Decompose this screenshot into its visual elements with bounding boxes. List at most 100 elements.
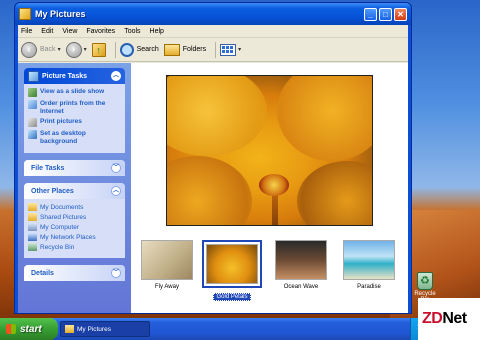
folders-label: Folders <box>182 46 207 53</box>
maximize-button[interactable]: □ <box>379 7 392 21</box>
details-title: Details <box>31 269 54 277</box>
chevron-down-icon[interactable]: ▾ <box>238 46 241 53</box>
explorer-window: My Pictures _ □ ✕ File Edit View Favorit… <box>14 2 412 314</box>
file-tasks-panel: File Tasks ﹀ <box>24 160 125 176</box>
thumbnail-strip: Fly Away Gold Petals Ocean Wave Paradise <box>131 240 408 301</box>
thumbnail-item[interactable]: Fly Away <box>137 240 197 290</box>
close-button[interactable]: ✕ <box>394 7 407 21</box>
picture-tasks-body: View as a slide show Order prints from t… <box>24 84 125 153</box>
title-bar[interactable]: My Pictures _ □ ✕ <box>15 3 411 25</box>
file-tasks-title: File Tasks <box>31 164 65 172</box>
place-recycle-bin[interactable]: Recycle Bin <box>28 243 121 251</box>
other-places-header[interactable]: Other Places ︿ <box>24 183 125 199</box>
menu-view[interactable]: View <box>62 28 77 35</box>
file-tasks-header[interactable]: File Tasks ﹀ <box>24 160 125 176</box>
menu-help[interactable]: Help <box>150 28 164 35</box>
menu-edit[interactable]: Edit <box>41 28 53 35</box>
forward-button[interactable]: › ▾ <box>65 41 87 58</box>
content-area: Picture Tasks ︿ View as a slide show Ord… <box>18 63 408 313</box>
filmstrip-view: Fly Away Gold Petals Ocean Wave Paradise <box>131 63 408 313</box>
start-button[interactable]: start <box>0 318 58 340</box>
back-button[interactable]: ‹ Back ▾ <box>21 41 61 58</box>
place-label: Shared Pictures <box>40 213 87 221</box>
place-label: My Network Places <box>40 233 96 241</box>
other-places-body: My Documents Shared Pictures My Computer <box>24 199 125 258</box>
petal <box>167 156 252 225</box>
thumbnail-item-selected[interactable]: Gold Petals <box>202 240 262 301</box>
petal <box>167 76 267 156</box>
place-label: My Documents <box>40 203 84 211</box>
chevron-down-icon[interactable]: ▾ <box>58 46 61 53</box>
preview-image <box>166 75 373 226</box>
place-my-documents[interactable]: My Documents <box>28 203 121 211</box>
folders-button[interactable]: Folders <box>163 43 207 56</box>
task-set-background[interactable]: Set as desktop background <box>28 130 121 145</box>
back-arrow-icon: ‹ <box>21 41 37 58</box>
place-my-network[interactable]: My Network Places <box>28 233 121 241</box>
flower-center <box>259 174 289 196</box>
network-icon <box>28 233 37 241</box>
task-label: View as a slide show <box>40 88 105 95</box>
place-shared-pictures[interactable]: Shared Pictures <box>28 213 121 221</box>
thumbnail-caption: Paradise <box>357 284 381 290</box>
expand-chevron-icon[interactable]: ﹀ <box>111 268 121 278</box>
menu-tools[interactable]: Tools <box>124 28 140 35</box>
recycle-bin-icon <box>28 243 37 251</box>
petal <box>297 161 372 225</box>
forward-arrow-icon: › <box>65 41 82 58</box>
menu-favorites[interactable]: Favorites <box>86 28 115 35</box>
printer-icon <box>28 118 37 127</box>
taskbar: start My Pictures 11 <box>0 318 480 340</box>
folders-icon <box>163 43 180 56</box>
views-icon <box>220 43 237 56</box>
slideshow-icon <box>28 88 37 97</box>
taskbar-item-label: My Pictures <box>77 325 111 333</box>
taskbar-item-my-pictures[interactable]: My Pictures <box>60 321 150 337</box>
chevron-down-icon[interactable]: ▾ <box>84 46 87 53</box>
task-order-prints[interactable]: Order prints from the Internet <box>28 100 121 115</box>
toolbar-divider <box>114 41 116 58</box>
task-label: Set as desktop background <box>40 130 86 145</box>
collapse-chevron-icon[interactable]: ︿ <box>111 71 121 81</box>
start-label: start <box>20 323 42 335</box>
collapse-chevron-icon[interactable]: ︿ <box>111 186 121 196</box>
place-label: My Computer <box>40 223 80 231</box>
task-print-pictures[interactable]: Print pictures <box>28 118 121 127</box>
thumbnail-item[interactable]: Paradise <box>339 240 399 290</box>
thumbnail-image <box>206 244 258 284</box>
details-header[interactable]: Details ﹀ <box>24 265 125 281</box>
selection-frame <box>202 240 262 288</box>
picture-tasks-icon <box>28 70 39 82</box>
menu-file[interactable]: File <box>21 28 32 35</box>
menu-bar: File Edit View Favorites Tools Help <box>18 25 408 38</box>
toolbar-divider <box>215 41 217 58</box>
search-button[interactable]: Search <box>119 42 159 57</box>
search-icon <box>119 42 134 57</box>
thumbnail-caption: Fly Away <box>155 284 179 290</box>
computer-icon <box>28 223 37 231</box>
picture-tasks-title: Picture Tasks <box>42 72 88 80</box>
thumbnail-image <box>343 240 395 280</box>
thumbnail-caption: Gold Petals <box>202 293 262 301</box>
folder-icon <box>19 8 31 20</box>
task-label: Print pictures <box>40 118 82 125</box>
desktop-background-icon <box>28 130 37 139</box>
toolbar: ‹ Back ▾ › ▾ ↑ Search Folders ▾ <box>18 38 408 62</box>
minimize-button[interactable]: _ <box>364 7 377 21</box>
task-slide-show[interactable]: View as a slide show <box>28 88 121 97</box>
windows-logo-icon <box>6 324 16 334</box>
expand-chevron-icon[interactable]: ﹀ <box>111 163 121 173</box>
task-pane: Picture Tasks ︿ View as a slide show Ord… <box>18 63 131 313</box>
other-places-panel: Other Places ︿ My Documents Shared Pictu… <box>24 183 125 258</box>
thumbnail-item[interactable]: Ocean Wave <box>271 240 331 290</box>
views-button[interactable]: ▾ <box>220 43 241 56</box>
recycle-bin-icon <box>417 272 433 290</box>
up-folder-button[interactable]: ↑ <box>91 42 106 57</box>
petal <box>277 76 372 161</box>
window-title: My Pictures <box>35 9 86 19</box>
thumbnail-image <box>275 240 327 280</box>
picture-tasks-header[interactable]: Picture Tasks ︿ <box>24 68 125 84</box>
window-body: File Edit View Favorites Tools Help ‹ Ba… <box>18 25 408 313</box>
place-my-computer[interactable]: My Computer <box>28 223 121 231</box>
thumbnail-caption-text: Gold Petals <box>213 293 251 301</box>
